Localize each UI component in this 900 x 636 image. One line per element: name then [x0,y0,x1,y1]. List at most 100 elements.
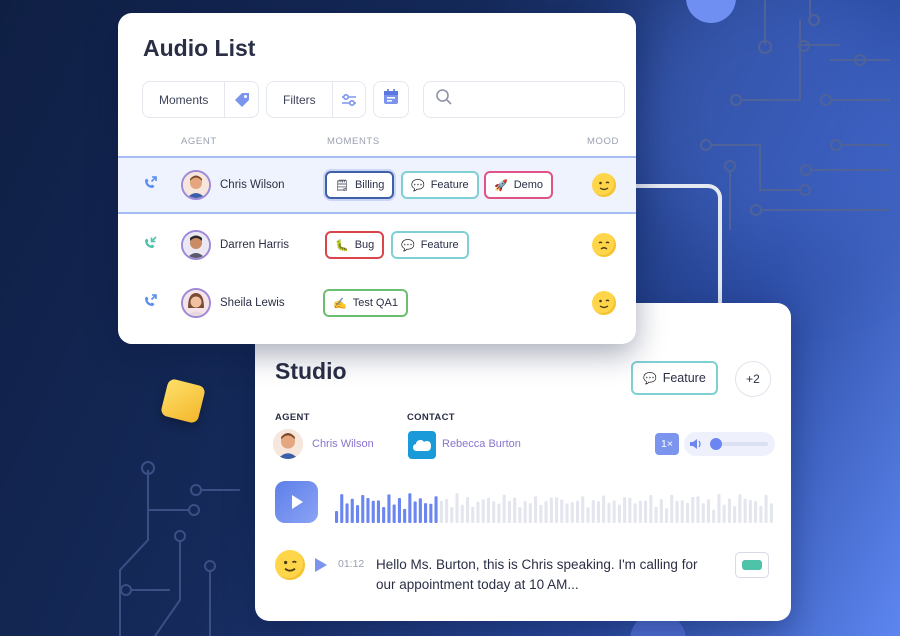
column-header-moments: MOMENTS [327,136,380,147]
volume-control[interactable] [684,432,775,456]
sad-mood-icon [592,233,616,257]
waveform-bar [356,505,360,523]
waveform-bar [507,500,511,523]
waveform-bar [591,500,595,523]
waveform-bar [670,494,674,523]
waveform-bar [408,493,412,523]
waveform-bar [686,502,690,523]
contact-name[interactable]: Rebecca Burton [442,438,521,450]
waveform-bar [460,504,464,523]
tag-label: Feature [662,371,706,385]
waveform-bar [565,503,569,523]
waveform-bar [748,499,752,523]
comment-button[interactable] [735,552,769,578]
column-header-mood: MOOD [587,136,619,147]
filters-button[interactable]: Filters [266,81,366,118]
comment-icon [742,560,762,570]
waveform-bar [486,497,490,523]
waveform-bar [366,498,370,523]
speaker-mood-icon [275,550,305,580]
tag-label: Feature [420,239,459,251]
moment-tag-billing[interactable]: 🗒 Billing [325,171,395,199]
waveform-bar [769,503,773,523]
moment-tag-feature[interactable]: 💬 Feature [401,171,479,199]
waveform-bar [466,497,470,523]
waveform-bar [345,503,349,523]
incoming-call-icon [142,235,158,256]
sliders-icon[interactable] [331,82,365,117]
waveform-bar [455,493,459,523]
table-row[interactable]: Darren Harris 🐛 Bug 💬 Feature [118,216,636,274]
outgoing-call-icon [142,293,158,314]
waveform-bar [392,504,396,523]
calendar-button[interactable] [373,81,409,118]
waveform-bar [340,494,344,523]
waveform-bar [638,500,642,523]
filters-label: Filters [283,92,316,107]
chat-icon: 💬 [411,179,425,192]
waveform-bar [382,507,386,523]
waveform-bar [445,498,449,523]
studio-tag-feature[interactable]: 💬 Feature [631,361,718,395]
waveform-bar [560,499,564,523]
waveform-bar [733,506,737,523]
play-button[interactable] [275,481,318,523]
tag-label: Feature [430,179,469,191]
segment-timestamp: 01:12 [338,558,365,570]
waveform-bar [418,498,422,523]
waveform-bar [549,497,553,523]
waveform-bar [722,504,726,523]
waveform-bar [743,498,747,523]
agent-avatar [273,429,303,459]
tag-icon[interactable] [224,82,258,117]
volume-knob[interactable] [710,438,722,450]
happy-mood-icon [592,173,616,197]
chat-icon: 💬 [643,372,657,385]
salesforce-icon [408,431,436,459]
moments-filter[interactable]: Moments [142,81,259,118]
table-row[interactable]: Chris Wilson 🗒 Billing 💬 Feature 🚀 Demo [118,156,636,214]
waveform-bar [387,494,391,523]
waveform-bar [649,495,653,523]
agent-name[interactable]: Chris Wilson [312,438,374,450]
audio-waveform[interactable] [335,489,775,523]
table-row[interactable]: Sheila Lewis ✍ Test QA1 [118,274,636,332]
waveform-bar [633,503,637,523]
agent-name: Sheila Lewis [220,297,285,309]
studio-card: Studio 💬 Feature +2 AGENT Chris Wilson C… [255,303,791,621]
playback-speed-value: 1× [661,438,673,450]
column-header-agent: AGENT [181,136,217,147]
waveform-bar [450,507,454,523]
waveform-bar [764,494,768,523]
waveform-bar [665,508,669,523]
waveform-bar [581,496,585,523]
more-tags-count: +2 [746,372,760,386]
waveform-bar [424,503,428,523]
waveform-bar [754,501,758,523]
more-tags-button[interactable]: +2 [735,361,771,397]
play-icon [291,495,303,509]
waveform-bar [523,501,527,523]
waveform-bar [481,499,485,523]
moment-tag-test-qa1[interactable]: ✍ Test QA1 [323,289,408,317]
pencil-icon: ✍ [333,297,347,310]
playback-speed-button[interactable]: 1× [655,433,679,455]
waveform-bar [429,503,433,523]
avatar [181,170,211,200]
play-segment-icon[interactable] [314,557,328,578]
moment-tag-demo[interactable]: 🚀 Demo [484,171,554,199]
volume-icon [689,437,703,456]
waveform-bar [696,496,700,523]
waveform-bar [644,500,648,523]
waveform-bar [586,507,590,523]
rocket-icon: 🚀 [494,179,508,192]
waveform-bar [335,511,339,523]
moment-tag-bug[interactable]: 🐛 Bug [325,231,385,259]
happy-mood-icon [592,291,616,315]
waveform-bar [350,498,354,523]
search-input[interactable] [423,81,625,118]
waveform-bar [759,505,763,523]
contact-label: CONTACT [407,412,455,423]
waveform-bar [502,494,506,523]
moment-tag-feature[interactable]: 💬 Feature [391,231,469,259]
